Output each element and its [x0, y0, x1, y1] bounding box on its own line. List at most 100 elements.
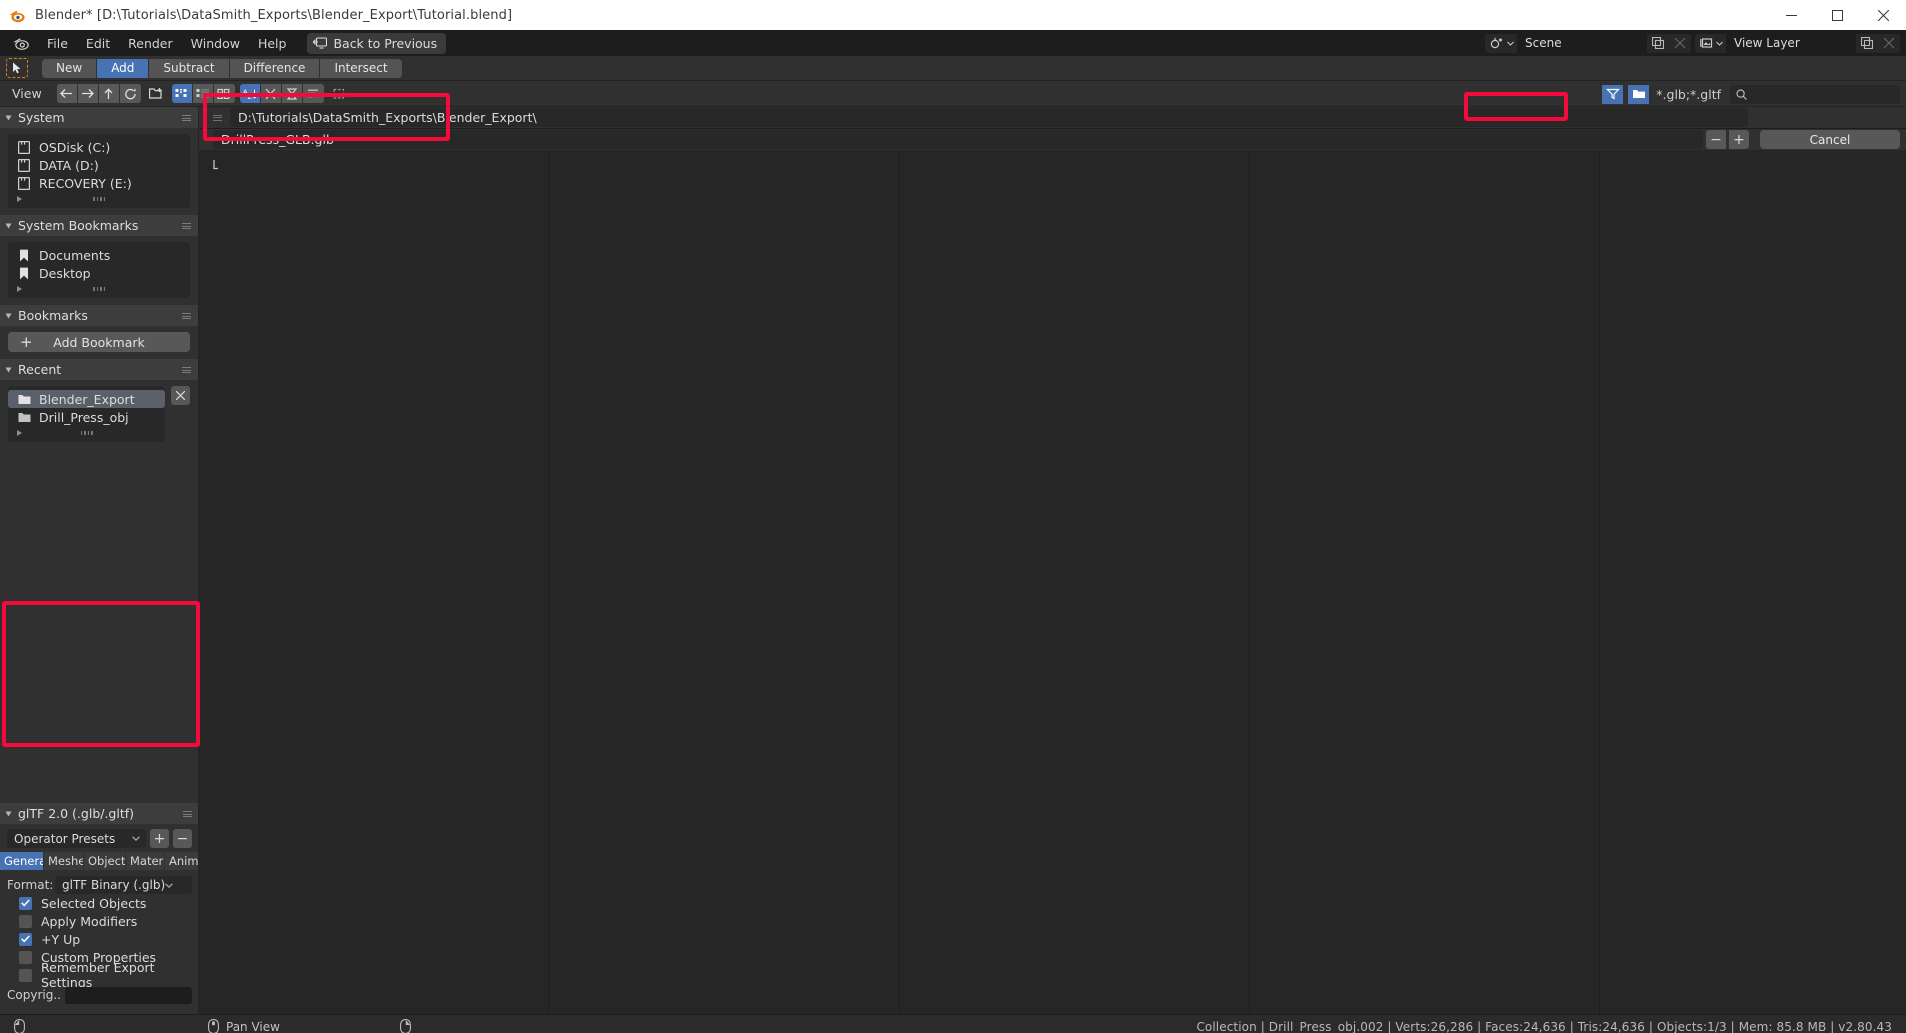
tab-animation[interactable]: Anima..: [165, 852, 198, 870]
back-to-previous-button[interactable]: Back to Previous: [307, 32, 447, 54]
copyright-input[interactable]: [65, 986, 192, 1004]
view-layer-name[interactable]: View Layer: [1726, 33, 1856, 53]
checkbox-remember-export-settings[interactable]: [19, 968, 32, 982]
column-divider[interactable]: [1249, 150, 1250, 1014]
view-menu[interactable]: View: [6, 86, 52, 101]
checkbox-selected-objects[interactable]: [19, 896, 32, 910]
option-apply-modifiers[interactable]: Apply Modifiers: [7, 912, 192, 930]
decrement-name-button[interactable]: −: [1706, 130, 1726, 149]
folder-icon: [17, 410, 31, 424]
panel-header-bookmarks[interactable]: Bookmarks: [0, 305, 198, 326]
filter-folders-icon[interactable]: [1628, 84, 1650, 104]
mode-subtract[interactable]: Subtract: [149, 58, 230, 78]
list-resize-footer[interactable]: [8, 426, 165, 440]
option-y-up[interactable]: +Y Up: [7, 930, 192, 948]
list-item-label: OSDisk (C:): [39, 139, 111, 155]
panel-header-gltf[interactable]: glTF 2.0 (.glb/.gltf): [0, 803, 198, 824]
menu-edit[interactable]: Edit: [77, 33, 119, 54]
hidden-files-icon[interactable]: [329, 84, 350, 103]
search-field[interactable]: [1730, 84, 1900, 104]
tab-materials[interactable]: Materi..: [126, 852, 165, 870]
menu-render[interactable]: Render: [119, 33, 182, 54]
mode-new[interactable]: New: [42, 58, 98, 78]
checkbox-apply-modifiers[interactable]: [19, 914, 32, 928]
maximize-button[interactable]: [1814, 0, 1860, 30]
increment-name-button[interactable]: +: [1729, 130, 1749, 149]
list-item[interactable]: Drill_Press_obj: [8, 408, 165, 426]
file-name-input[interactable]: DrillPress_GLB.glb: [213, 130, 1703, 149]
view-layer-new-button[interactable]: [1856, 33, 1878, 53]
tab-objects[interactable]: Objects: [84, 852, 126, 870]
bookmark-icon: [17, 266, 31, 280]
expand-arrow-icon: [17, 286, 22, 292]
close-button[interactable]: [1860, 0, 1906, 30]
checkbox-y-up[interactable]: [19, 932, 32, 946]
sort-size-icon[interactable]: [302, 84, 324, 103]
list-resize-footer[interactable]: [8, 282, 190, 296]
parent-directory-icon[interactable]: [98, 84, 120, 103]
parent-directory-item[interactable]: [213, 159, 225, 170]
back-icon[interactable]: [56, 84, 78, 103]
menu-file[interactable]: File: [38, 33, 77, 54]
new-folder-icon[interactable]: [146, 84, 167, 103]
tab-meshes[interactable]: Meshes: [44, 852, 84, 870]
tab-general[interactable]: General: [0, 852, 44, 870]
display-horizontal-list-icon[interactable]: [192, 84, 214, 103]
panel-header-system-bookmarks[interactable]: System Bookmarks: [0, 215, 198, 236]
select-cursor-button[interactable]: [6, 58, 28, 78]
add-bookmark-button[interactable]: + Add Bookmark: [8, 332, 190, 352]
forward-icon[interactable]: [77, 84, 99, 103]
display-mode-group: [171, 84, 235, 103]
remove-preset-button[interactable]: −: [173, 829, 192, 848]
list-resize-footer[interactable]: [8, 192, 190, 206]
scene-name[interactable]: Scene: [1517, 33, 1647, 53]
operator-presets-dropdown[interactable]: Operator Presets: [7, 829, 146, 848]
search-input[interactable]: [1752, 87, 1894, 101]
column-divider[interactable]: [899, 150, 900, 1014]
list-item[interactable]: OSDisk (C:): [8, 138, 190, 156]
panel-grip: [182, 115, 191, 121]
sort-extension-icon[interactable]: [260, 84, 282, 103]
sort-alphabetical-icon[interactable]: A Z: [239, 84, 261, 103]
directory-path-input[interactable]: D:\Tutorials\DataSmith_Exports\Blender_E…: [230, 108, 1748, 127]
minimize-button[interactable]: [1768, 0, 1814, 30]
scene-icon[interactable]: [1485, 33, 1517, 53]
mode-intersect[interactable]: Intersect: [320, 58, 402, 78]
mode-add[interactable]: Add: [97, 58, 150, 78]
checkbox-custom-properties[interactable]: [19, 950, 32, 964]
operator-presets-value: Operator Presets: [14, 831, 116, 846]
blender-menu-icon[interactable]: [10, 33, 32, 53]
menu-help[interactable]: Help: [249, 33, 296, 54]
list-item[interactable]: RECOVERY (E:): [8, 174, 190, 192]
format-dropdown[interactable]: glTF Binary (.glb): [55, 876, 192, 894]
display-vertical-list-icon[interactable]: [171, 84, 193, 103]
panel-header-recent[interactable]: Recent: [0, 359, 198, 380]
scene-selector[interactable]: Scene: [1485, 33, 1691, 53]
filter-toggle-icon[interactable]: [1602, 84, 1624, 104]
add-preset-button[interactable]: +: [150, 829, 169, 848]
blender-export-dialog-window: Blender* [D:\Tutorials\DataSmith_Exports…: [0, 0, 1906, 1033]
display-thumbnails-icon[interactable]: [213, 84, 235, 103]
mode-difference[interactable]: Difference: [229, 58, 321, 78]
option-selected-objects[interactable]: Selected Objects: [7, 894, 192, 912]
cancel-button[interactable]: Cancel: [1760, 130, 1900, 149]
panel-header-system[interactable]: System: [0, 107, 198, 128]
scene-delete-button[interactable]: [1669, 33, 1691, 53]
view-layer-delete-button[interactable]: [1878, 33, 1900, 53]
view-layer-selector[interactable]: View Layer: [1695, 33, 1900, 53]
sort-time-icon[interactable]: [281, 84, 303, 103]
option-remember-export-settings[interactable]: Remember Export Settings: [7, 960, 192, 990]
refresh-icon[interactable]: [119, 84, 141, 103]
list-item[interactable]: Documents: [8, 246, 190, 264]
list-item[interactable]: Blender_Export: [8, 390, 165, 408]
list-item[interactable]: Desktop: [8, 264, 190, 282]
clear-recent-button[interactable]: [171, 386, 190, 405]
file-list-area[interactable]: [199, 150, 1906, 1014]
column-divider[interactable]: [548, 150, 549, 1014]
list-item[interactable]: DATA (D:): [8, 156, 190, 174]
scene-new-button[interactable]: [1647, 33, 1669, 53]
column-divider[interactable]: [1599, 150, 1600, 1014]
directory-path-value: D:\Tutorials\DataSmith_Exports\Blender_E…: [238, 110, 537, 125]
view-layer-icon[interactable]: [1695, 33, 1726, 53]
menu-window[interactable]: Window: [182, 33, 249, 54]
